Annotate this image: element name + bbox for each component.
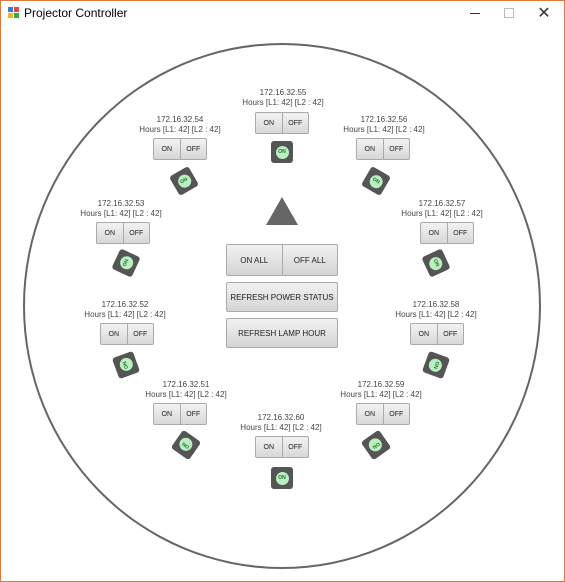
status-on-icon: ON (117, 254, 135, 272)
lamp-hours: Hours [L1: 42] [L2 : 42] (145, 390, 227, 399)
projector-node: 172.16.32.60 Hours [L1: 42] [L2 : 42] (221, 413, 341, 433)
lamp-hours: Hours [L1: 42] [L2 : 42] (242, 98, 324, 107)
projector-ip: 172.16.32.60 (257, 413, 305, 422)
on-button[interactable]: ON (256, 113, 282, 133)
status-on-icon: ON (367, 172, 385, 190)
projector-ip: 172.16.32.55 (259, 88, 307, 97)
projector-node: 172.16.32.51 Hours [L1: 42] [L2 : 42] (126, 380, 246, 400)
projector-node: 172.16.32.52 Hours [L1: 42] [L2 : 42] (65, 300, 185, 320)
window-title: Projector Controller (24, 6, 128, 20)
projector-ip: 172.16.32.58 (412, 300, 460, 309)
on-button[interactable]: ON (357, 139, 383, 159)
power-toggle: ON OFF (255, 436, 309, 458)
projector-node: 172.16.32.58 Hours [L1: 42] [L2 : 42] (376, 300, 496, 320)
app-window: Projector Controller ✕ 172.16.32.55 Hour… (0, 0, 565, 582)
projector-node: 172.16.32.56 Hours [L1: 42] [L2 : 42] (324, 115, 444, 135)
lamp-hours: Hours [L1: 42] [L2 : 42] (84, 310, 166, 319)
projector-ip: 172.16.32.52 (101, 300, 149, 309)
app-icon (8, 7, 19, 18)
off-button[interactable]: OFF (179, 404, 207, 424)
on-all-button[interactable]: ON ALL (227, 245, 282, 275)
status-on-icon: ON (427, 356, 445, 374)
power-toggle: ON OFF (96, 222, 150, 244)
lamp-hours: Hours [L1: 42] [L2 : 42] (401, 209, 483, 218)
power-toggle: ON OFF (356, 403, 410, 425)
status-on-icon: ON (117, 356, 135, 374)
power-toggle: ON OFF (100, 323, 154, 345)
projector-node: 172.16.32.54 Hours [L1: 42] [L2 : 42] (120, 115, 240, 135)
maximize-icon (504, 8, 514, 18)
status-on-icon: ON (176, 435, 196, 455)
title-bar: Projector Controller ✕ (1, 1, 564, 25)
off-button[interactable]: OFF (382, 139, 410, 159)
off-all-button[interactable]: OFF ALL (281, 245, 338, 275)
lamp-hours: Hours [L1: 42] [L2 : 42] (240, 423, 322, 432)
on-button[interactable]: ON (154, 139, 180, 159)
status-on-icon: ON (427, 254, 445, 272)
on-button[interactable]: ON (256, 437, 282, 457)
power-toggle: ON OFF (356, 138, 410, 160)
projector-ip: 172.16.32.53 (97, 199, 145, 208)
power-toggle: ON OFF (153, 138, 207, 160)
close-icon: ✕ (537, 3, 551, 22)
status-on-icon: ON (366, 435, 386, 455)
projector-ip: 172.16.32.54 (156, 115, 204, 124)
lamp-hours: Hours [L1: 42] [L2 : 42] (340, 390, 422, 399)
maximize-button[interactable] (491, 1, 527, 25)
off-button[interactable]: OFF (281, 113, 309, 133)
status-on-icon: ON (275, 145, 289, 159)
on-button[interactable]: ON (411, 324, 437, 344)
projector-ip: 172.16.32.56 (360, 115, 408, 124)
minimize-icon (470, 12, 480, 14)
off-button[interactable]: OFF (446, 223, 474, 243)
minimize-button[interactable] (457, 1, 493, 25)
lamp-hours: Hours [L1: 42] [L2 : 42] (80, 209, 162, 218)
status-on-icon: ON (275, 471, 289, 485)
off-button[interactable]: OFF (179, 139, 207, 159)
off-button[interactable]: OFF (122, 223, 150, 243)
off-button[interactable]: OFF (126, 324, 154, 344)
off-button[interactable]: OFF (436, 324, 464, 344)
refresh-power-status-button[interactable]: REFRESH POWER STATUS (226, 282, 338, 312)
projector-node: 172.16.32.57 Hours [L1: 42] [L2 : 42] (382, 199, 502, 219)
all-power-toggle: ON ALL OFF ALL (226, 244, 338, 276)
on-button[interactable]: ON (357, 404, 383, 424)
power-status-indicator: ON (271, 467, 293, 489)
on-button[interactable]: ON (101, 324, 127, 344)
status-on-icon: ON (175, 172, 193, 190)
projector-ip: 172.16.32.59 (357, 380, 405, 389)
power-toggle: ON OFF (420, 222, 474, 244)
refresh-lamp-hour-button[interactable]: REFRESH LAMP HOUR (226, 318, 338, 348)
projector-node: 172.16.32.55 Hours [L1: 42] [L2 : 42] (223, 88, 343, 108)
lamp-hours: Hours [L1: 42] [L2 : 42] (343, 125, 425, 134)
projector-node: 172.16.32.53 Hours [L1: 42] [L2 : 42] (61, 199, 181, 219)
power-toggle: ON OFF (410, 323, 464, 345)
power-status-indicator: ON (271, 141, 293, 163)
projector-ip: 172.16.32.51 (162, 380, 210, 389)
lamp-hours: Hours [L1: 42] [L2 : 42] (395, 310, 477, 319)
on-button[interactable]: ON (154, 404, 180, 424)
projector-ip: 172.16.32.57 (418, 199, 466, 208)
off-button[interactable]: OFF (281, 437, 309, 457)
power-toggle: ON OFF (153, 403, 207, 425)
power-toggle: ON OFF (255, 112, 309, 134)
projector-node: 172.16.32.59 Hours [L1: 42] [L2 : 42] (321, 380, 441, 400)
on-button[interactable]: ON (421, 223, 447, 243)
lamp-hours: Hours [L1: 42] [L2 : 42] (139, 125, 221, 134)
close-button[interactable]: ✕ (526, 1, 562, 25)
direction-arrow-icon (266, 197, 298, 225)
on-button[interactable]: ON (97, 223, 123, 243)
off-button[interactable]: OFF (382, 404, 410, 424)
